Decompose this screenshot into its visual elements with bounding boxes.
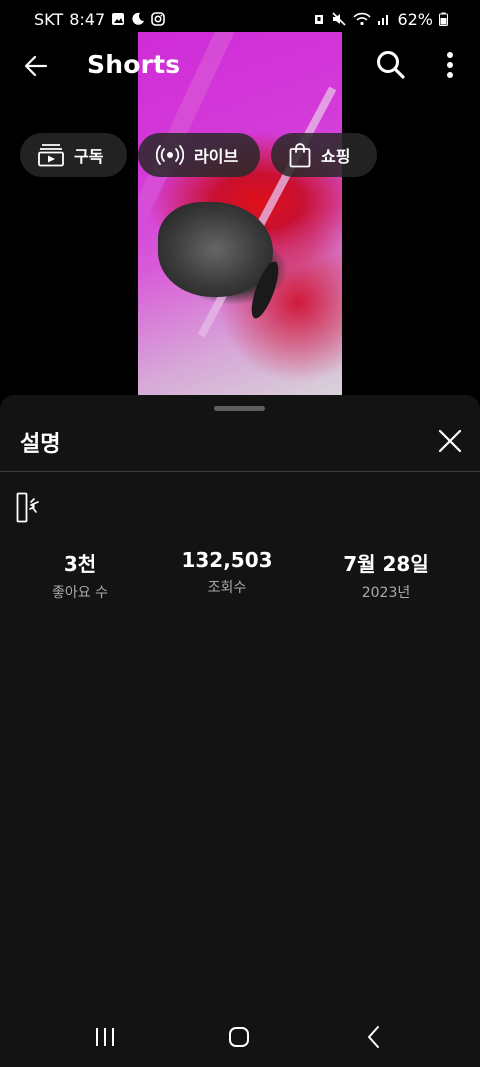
status-right: 62%: [313, 10, 448, 29]
chip-shopping[interactable]: 쇼핑: [271, 133, 377, 177]
page-title: Shorts: [87, 50, 181, 79]
battery-percent: 62%: [397, 9, 433, 29]
recent-apps-icon[interactable]: [94, 1027, 116, 1047]
filter-chips: 구독 라이브 쇼핑: [20, 133, 377, 177]
upload-date: 7월 28일: [343, 552, 429, 576]
alarm-icon: [315, 15, 324, 24]
likes-label: 좋아요 수: [52, 585, 108, 601]
close-icon[interactable]: [436, 427, 464, 455]
video-decoration: [158, 202, 273, 297]
likes-stat: 3천 좋아요 수: [0, 548, 160, 602]
subscriptions-icon: [38, 144, 64, 167]
chip-label: 쇼핑: [321, 147, 351, 166]
mute-icon: [332, 12, 347, 26]
description-sheet: 설명 3천 좋아요 수 132,503 조회수 7월 28일 2023년: [0, 395, 480, 1067]
status-left: SKT 8:47: [34, 10, 165, 29]
app-header: Shorts: [0, 38, 480, 94]
video-stats: 3천 좋아요 수 132,503 조회수 7월 28일 2023년: [0, 548, 480, 608]
drag-handle[interactable]: [214, 406, 265, 411]
likes-count: 3천: [63, 552, 97, 576]
shopping-bag-icon: [289, 143, 311, 168]
home-icon[interactable]: [227, 1025, 251, 1049]
date-stat: 7월 28일 2023년: [306, 548, 466, 602]
sheet-title: 설명: [20, 432, 61, 457]
chip-live[interactable]: 라이브: [138, 133, 260, 177]
upload-year: 2023년: [361, 585, 411, 601]
more-options-icon[interactable]: [440, 50, 460, 80]
divider: [0, 471, 480, 472]
chip-label: 라이브: [194, 147, 239, 166]
chip-label: 구독: [74, 147, 104, 166]
instagram-icon: [151, 12, 165, 26]
views-stat: 132,503 조회수: [147, 548, 307, 597]
views-count: 132,503: [181, 548, 273, 572]
live-icon: [156, 145, 184, 165]
back-icon[interactable]: [364, 1025, 384, 1049]
system-nav-bar: [0, 1007, 480, 1067]
back-arrow-icon[interactable]: [20, 50, 52, 82]
carrier-label: SKT: [34, 9, 64, 29]
chip-subscriptions[interactable]: 구독: [20, 133, 127, 177]
signal-icon: [378, 15, 389, 25]
gallery-icon: [112, 13, 125, 25]
views-label: 조회수: [207, 580, 247, 596]
moon-icon: [132, 12, 145, 25]
battery-icon: [439, 12, 448, 26]
wifi-icon: [353, 12, 372, 26]
status-bar: SKT 8:47 62%: [0, 0, 480, 38]
clock: 8:47: [69, 9, 106, 29]
shorts-screen: SKT 8:47 62% Shorts 구독 라이브 쇼핑 설명 3천 좋아요 …: [0, 0, 480, 1067]
search-icon[interactable]: [374, 48, 408, 82]
phone-battery-icon: [16, 492, 39, 523]
